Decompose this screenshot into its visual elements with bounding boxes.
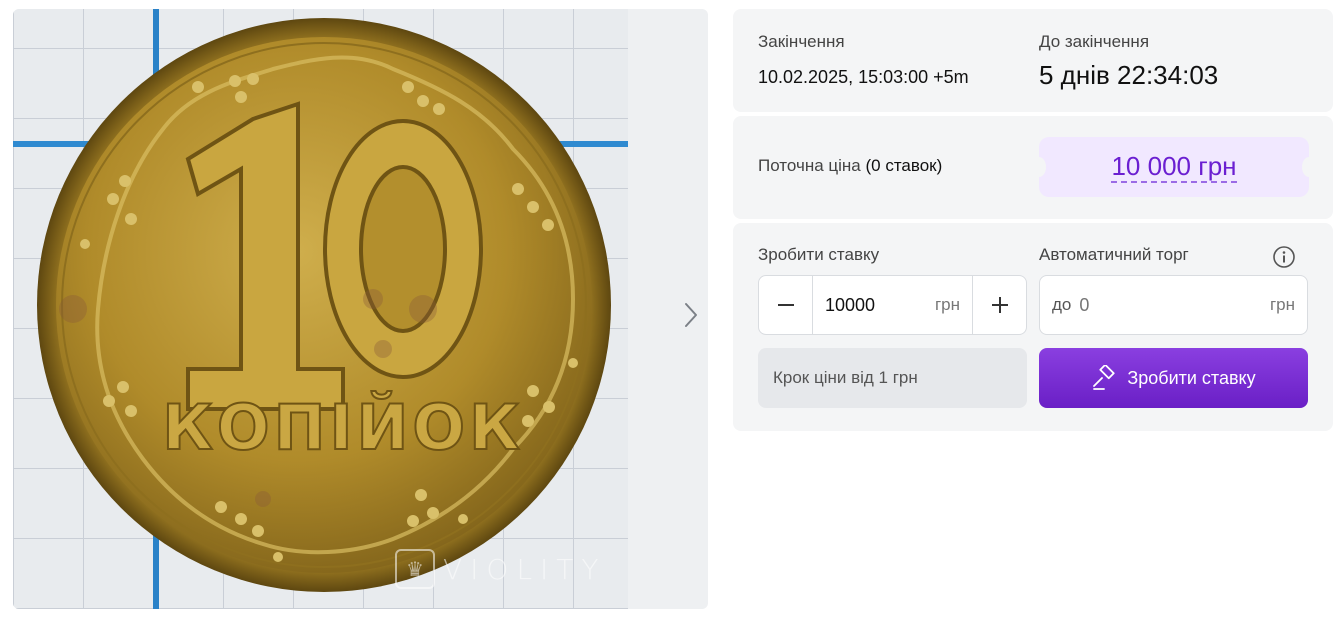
- bid-amount-field: грн: [813, 276, 972, 334]
- watermark-text: VIOLITY: [443, 552, 607, 586]
- auction-time-card: Закінчення 10.02.2025, 15:03:00 +5m До з…: [733, 9, 1333, 112]
- watermark-logo-icon: ♛: [395, 549, 435, 589]
- price-tag: 10 000 грн: [1032, 137, 1316, 197]
- gavel-icon: [1093, 365, 1115, 390]
- auto-bid-label: Автоматичний торг: [1039, 245, 1189, 264]
- bids-count: (0 ставок): [865, 156, 943, 175]
- info-icon[interactable]: [1272, 245, 1296, 269]
- auto-bid-unit: грн: [1269, 295, 1295, 314]
- increase-bid-button[interactable]: [972, 276, 1026, 334]
- lot-photo[interactable]: КОПІЙОК ♛ VIOLITY: [13, 9, 628, 609]
- auto-bid-input[interactable]: [1079, 294, 1270, 316]
- bid-card: Зробити ставку Автоматичний торг грн до …: [733, 223, 1333, 431]
- image-gallery: КОПІЙОК ♛ VIOLITY: [13, 9, 708, 609]
- end-label: Закінчення: [758, 32, 845, 51]
- bid-amount-stepper: грн: [758, 275, 1027, 335]
- decrease-bid-button[interactable]: [759, 276, 813, 334]
- current-price-label: Поточна ціна (0 ставок): [758, 156, 942, 176]
- end-value: 10.02.2025, 15:03:00 +5m: [758, 67, 969, 87]
- price-step-info: Крок ціни від 1 грн: [758, 348, 1027, 408]
- current-price-card: Поточна ціна (0 ставок) 10 000 грн: [733, 116, 1333, 219]
- remaining-countdown: 5 днів 22:34:03: [1039, 60, 1219, 90]
- price-label-text: Поточна ціна: [758, 156, 861, 175]
- minus-icon: [777, 304, 794, 306]
- coin-face: [56, 37, 592, 573]
- chevron-right-icon: [685, 303, 697, 327]
- watermark: ♛ VIOLITY: [395, 549, 607, 589]
- coin-illustration: КОПІЙОК: [37, 18, 611, 592]
- plus-icon: [991, 297, 1008, 313]
- place-bid-label: Зробити ставку: [1127, 367, 1256, 388]
- bid-amount-input[interactable]: [825, 294, 935, 316]
- bid-unit: грн: [934, 295, 960, 314]
- auto-bid-prefix: до: [1052, 295, 1072, 314]
- current-price-value[interactable]: 10 000 грн: [1111, 151, 1237, 183]
- remaining-label: До закінчення: [1039, 32, 1150, 51]
- gallery-next-button[interactable]: [677, 293, 705, 337]
- place-bid-button[interactable]: Зробити ставку: [1039, 348, 1308, 408]
- bid-label: Зробити ставку: [758, 245, 880, 264]
- auto-bid-field: до грн: [1039, 275, 1308, 335]
- coin-word: КОПІЙОК: [162, 391, 524, 464]
